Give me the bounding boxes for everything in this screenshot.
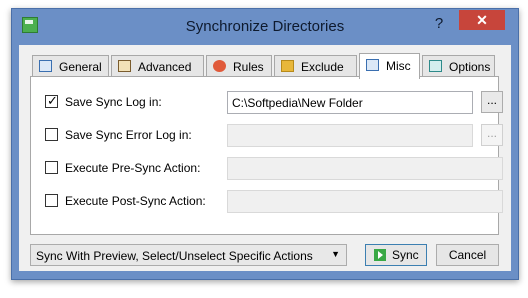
save-sync-error-log-browse-button[interactable]: ... <box>481 124 503 146</box>
save-sync-log-label[interactable]: Save Sync Log in: <box>65 95 162 109</box>
tab-exclude-label: Exclude <box>301 60 344 74</box>
sync-button-label: Sync <box>392 248 419 262</box>
pre-sync-action-checkbox[interactable] <box>45 161 58 174</box>
close-button[interactable]: ✕ <box>459 10 505 30</box>
play-icon <box>374 249 386 261</box>
help-button[interactable]: ? <box>428 15 450 33</box>
cancel-button[interactable]: Cancel <box>436 244 499 266</box>
tab-general-label: General <box>59 60 102 74</box>
tab-exclude[interactable]: Exclude <box>274 55 357 77</box>
synchronize-directories-window: Synchronize Directories ? ✕ General Adva… <box>11 8 519 280</box>
tab-rules-label: Rules <box>233 60 264 74</box>
save-sync-error-log-path-input[interactable] <box>227 124 473 147</box>
misc-panel: Save Sync Log in: C:\Softpedia\New Folde… <box>30 76 503 235</box>
rules-icon <box>213 60 226 72</box>
options-icon <box>429 60 442 72</box>
save-sync-error-log-checkbox[interactable] <box>45 128 58 141</box>
sync-button[interactable]: Sync <box>365 244 427 266</box>
tab-options-label: Options <box>449 60 491 74</box>
tab-misc[interactable]: Misc <box>359 53 420 79</box>
dialog-client-area: General Advanced Rules Exclude Misc Opti… <box>19 45 511 271</box>
tab-advanced-label: Advanced <box>138 60 192 74</box>
sync-mode-selected: Sync With Preview, Select/Unselect Speci… <box>36 249 313 263</box>
save-sync-log-checkbox[interactable] <box>45 93 58 109</box>
misc-icon <box>366 59 379 71</box>
save-sync-error-log-label[interactable]: Save Sync Error Log in: <box>65 128 192 142</box>
save-sync-log-path-input[interactable]: C:\Softpedia\New Folder <box>227 91 473 114</box>
exclude-icon <box>281 60 294 72</box>
tab-advanced[interactable]: Advanced <box>111 55 204 77</box>
post-sync-action-label[interactable]: Execute Post-Sync Action: <box>65 194 206 208</box>
tab-options[interactable]: Options <box>422 55 495 77</box>
post-sync-action-input[interactable] <box>227 190 503 213</box>
advanced-icon <box>118 60 131 72</box>
tab-misc-label: Misc <box>386 59 411 73</box>
sync-mode-dropdown[interactable]: Sync With Preview, Select/Unselect Speci… <box>30 244 347 266</box>
general-icon <box>39 60 52 72</box>
save-sync-log-browse-button[interactable]: ... <box>481 91 503 113</box>
chevron-down-icon: ▼ <box>331 249 340 259</box>
tab-general[interactable]: General <box>32 55 109 77</box>
tab-rules[interactable]: Rules <box>206 55 272 77</box>
title-bar[interactable]: Synchronize Directories ? ✕ <box>12 9 518 45</box>
pre-sync-action-input[interactable] <box>227 157 503 180</box>
post-sync-action-checkbox[interactable] <box>45 194 58 207</box>
pre-sync-action-label[interactable]: Execute Pre-Sync Action: <box>65 161 200 175</box>
